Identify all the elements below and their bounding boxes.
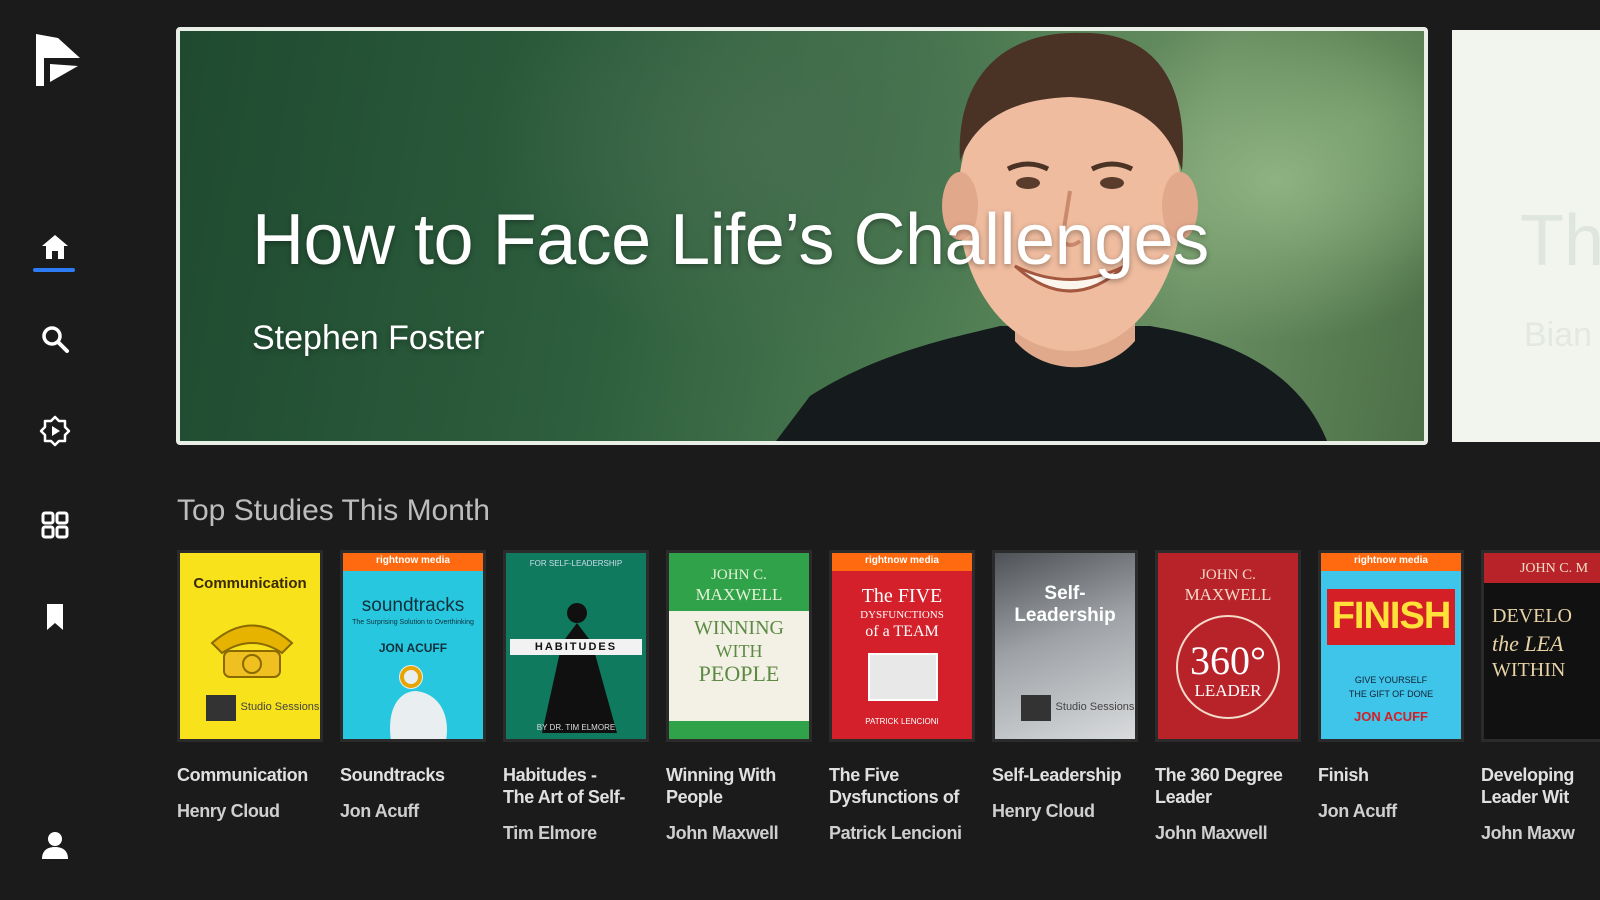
study-card[interactable]: rightnow media FINISH GIVE YOURSELF THE … (1318, 550, 1464, 822)
climber-image (542, 603, 617, 733)
cover-text: JON ACUFF (1354, 709, 1428, 724)
cover-text: LEADER (1194, 681, 1262, 700)
cover-band: rightnow media (1354, 555, 1428, 566)
study-card[interactable]: FOR SELF-LEADERSHIP HABITUDES BY DR. TIM… (503, 550, 649, 844)
study-author: Jon Acuff (1318, 801, 1397, 821)
cover-text: Leadership (1014, 605, 1116, 626)
hero-next-card[interactable]: Th Bian (1452, 30, 1600, 442)
nav-saved[interactable] (30, 592, 80, 642)
cover-band: rightnow media (376, 555, 450, 566)
study-author: Jon Acuff (340, 801, 419, 821)
study-author: John Maxw (1481, 823, 1575, 843)
nav-browse[interactable] (30, 500, 80, 550)
study-title: Habitudes - The Art of Self-L... (503, 765, 625, 807)
cover-text: WINNING (694, 617, 784, 639)
cover-text: DYSFUNCTIONS (860, 609, 944, 621)
bookmark-icon (47, 604, 63, 630)
study-card[interactable]: Communication Studio Sessions Communicat… (177, 550, 323, 822)
cover-text: FINISH (1331, 595, 1452, 637)
study-cover: JOHN C. M DEVELO the LEA WITHIN (1481, 550, 1600, 742)
study-card[interactable]: Self- Leadership Studio Sessions Self-Le… (992, 550, 1138, 822)
hero-next-title: Th (1520, 201, 1600, 281)
cover-text: THE GIFT OF DONE (1348, 689, 1434, 699)
cover-text: 360° (1190, 638, 1266, 683)
person-icon (42, 832, 68, 859)
grid-icon (41, 511, 69, 539)
cover-badge: Studio Sessions (240, 701, 320, 713)
nav-home[interactable] (30, 222, 80, 272)
cover-text: MAXWELL (695, 585, 783, 604)
study-title: The 360 Degree Leader (1155, 765, 1283, 807)
study-author: Henry Cloud (177, 801, 280, 821)
cover-text: The FIVE (861, 585, 943, 607)
study-cover: FOR SELF-LEADERSHIP HABITUDES BY DR. TIM… (503, 550, 649, 742)
cover-text: JOHN C. (1200, 567, 1256, 583)
cover-text: JOHN C. M (1519, 561, 1589, 576)
hero-next-subtitle: Bian (1524, 316, 1593, 354)
study-title: Self-Leadership (992, 765, 1122, 785)
cover-text: MAXWELL (1184, 585, 1272, 604)
telephone-icon (210, 624, 294, 678)
cover-band: rightnow media (865, 555, 939, 566)
cover-text: of a TEAM (865, 623, 939, 640)
cover-text: JON ACUFF (378, 641, 448, 655)
cover-text: WITHIN (1492, 659, 1566, 681)
search-icon (42, 326, 69, 353)
cover-text: HABITUDES (534, 641, 618, 653)
nav-search[interactable] (30, 314, 80, 364)
cover-text: FOR SELF-LEADERSHIP (529, 559, 623, 568)
study-title: Finish (1318, 765, 1369, 785)
study-cover: rightnow media soundtracks The Surprisin… (340, 550, 486, 742)
cover-text: Self- (1044, 583, 1086, 604)
app-logo[interactable] (30, 28, 86, 92)
study-author: John Maxwell (1155, 823, 1268, 843)
hero-banner[interactable]: How to Face Life’s Challenges Stephen Fo… (176, 27, 1428, 445)
cover-text: Communication (193, 575, 307, 592)
cover-text: WITH (715, 641, 763, 661)
cover-text: BY DR. TIM ELMORE (536, 723, 616, 732)
study-title: Developing Leader Wit (1481, 765, 1575, 807)
cover-text: The Surprising Solution to Overthinking (352, 619, 474, 626)
section-title: Top Studies This Month (177, 494, 490, 527)
studies-shelf: Communication Studio Sessions Communicat… (177, 550, 1600, 900)
study-cover: Communication Studio Sessions (177, 550, 323, 742)
study-card[interactable]: JOHN C. MAXWELL WINNING WITH PEOPLE Winn… (666, 550, 812, 844)
badge-play-icon (39, 415, 71, 447)
study-author: Patrick Lencioni (829, 823, 962, 843)
cover-text: PEOPLE (698, 661, 780, 686)
nav-plans[interactable] (30, 406, 80, 456)
hero-subtitle: Stephen Foster (252, 319, 485, 357)
study-cover: rightnow media FINISH GIVE YOURSELF THE … (1318, 550, 1464, 742)
study-author: Tim Elmore (503, 823, 597, 843)
study-author: John Maxwell (666, 823, 779, 843)
statue-image (390, 665, 447, 739)
study-cover: Self- Leadership Studio Sessions (992, 550, 1138, 742)
study-title: Soundtracks (340, 765, 445, 785)
cover-text: PATRICK LENCIONI (865, 717, 939, 726)
cover-text: the LEA (1492, 631, 1564, 656)
study-card[interactable]: rightnow media soundtracks The Surprisin… (340, 550, 486, 822)
study-card[interactable]: rightnow media The FIVE DYSFUNCTIONS of … (829, 550, 975, 844)
hero-title: How to Face Life’s Challenges (252, 200, 1209, 280)
study-card[interactable]: JOHN C. M DEVELO the LEA WITHIN Developi… (1481, 550, 1600, 844)
active-indicator (33, 268, 75, 272)
cover-text: JOHN C. (711, 567, 767, 583)
study-title: Communication (177, 765, 308, 785)
cover-text: DEVELO (1492, 605, 1572, 627)
study-cover: rightnow media The FIVE DYSFUNCTIONS of … (829, 550, 975, 742)
home-icon (42, 235, 68, 259)
study-cover: JOHN C. MAXWELL 360° LEADER (1155, 550, 1301, 742)
study-title: Winning With People (666, 765, 776, 807)
sidebar (0, 0, 110, 900)
cover-text: soundtracks (361, 595, 465, 616)
study-cover: JOHN C. MAXWELL WINNING WITH PEOPLE (666, 550, 812, 742)
cover-text: GIVE YOURSELF (1354, 675, 1428, 685)
study-title: The Five Dysfunctions of ... (829, 765, 960, 807)
study-author: Henry Cloud (992, 801, 1095, 821)
nav-profile[interactable] (30, 820, 80, 870)
study-card[interactable]: JOHN C. MAXWELL 360° LEADER The 360 Degr… (1155, 550, 1301, 844)
cover-badge: Studio Sessions (1055, 701, 1135, 713)
